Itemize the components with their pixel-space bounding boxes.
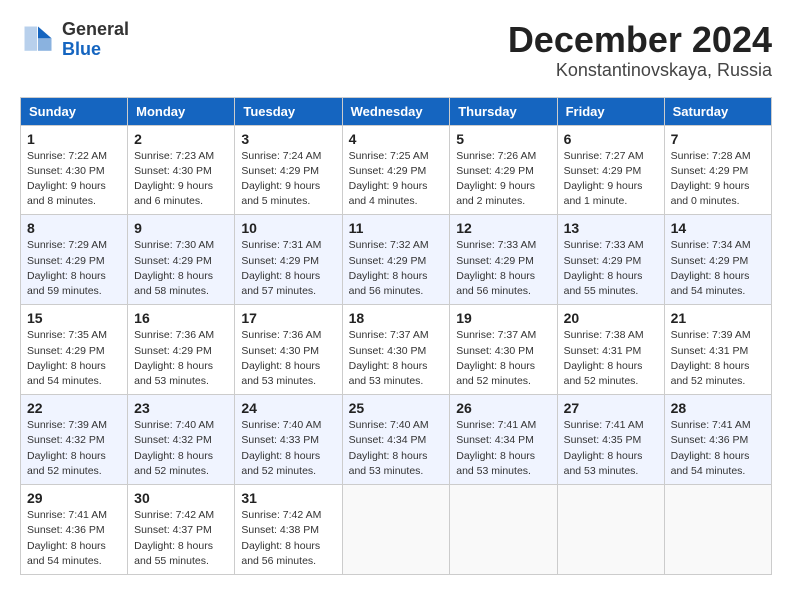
day-19: 19 Sunrise: 7:37 AMSunset: 4:30 PMDaylig… — [450, 305, 557, 395]
day-5: 5 Sunrise: 7:26 AMSunset: 4:29 PMDayligh… — [450, 125, 557, 215]
day-8: 8 Sunrise: 7:29 AMSunset: 4:29 PMDayligh… — [21, 215, 128, 305]
location-title: Konstantinovskaya, Russia — [508, 60, 772, 81]
day-29: 29 Sunrise: 7:41 AMSunset: 4:36 PMDaylig… — [21, 485, 128, 575]
header: General Blue December 2024 Konstantinovs… — [20, 20, 772, 81]
empty-cell-1 — [342, 485, 450, 575]
day-12: 12 Sunrise: 7:33 AMSunset: 4:29 PMDaylig… — [450, 215, 557, 305]
month-title: December 2024 — [508, 20, 772, 60]
week-row-5: 29 Sunrise: 7:41 AMSunset: 4:36 PMDaylig… — [21, 485, 772, 575]
day-13: 13 Sunrise: 7:33 AMSunset: 4:29 PMDaylig… — [557, 215, 664, 305]
day-6: 6 Sunrise: 7:27 AMSunset: 4:29 PMDayligh… — [557, 125, 664, 215]
logo-blue: Blue — [62, 40, 129, 60]
week-row-2: 8 Sunrise: 7:29 AMSunset: 4:29 PMDayligh… — [21, 215, 772, 305]
header-sunday: Sunday — [21, 97, 128, 125]
day-11: 11 Sunrise: 7:32 AMSunset: 4:29 PMDaylig… — [342, 215, 450, 305]
empty-cell-2 — [450, 485, 557, 575]
empty-cell-4 — [664, 485, 771, 575]
day-28: 28 Sunrise: 7:41 AMSunset: 4:36 PMDaylig… — [664, 395, 771, 485]
day-10: 10 Sunrise: 7:31 AMSunset: 4:29 PMDaylig… — [235, 215, 342, 305]
calendar: Sunday Monday Tuesday Wednesday Thursday… — [20, 97, 772, 575]
day-23: 23 Sunrise: 7:40 AMSunset: 4:32 PMDaylig… — [128, 395, 235, 485]
header-wednesday: Wednesday — [342, 97, 450, 125]
title-area: December 2024 Konstantinovskaya, Russia — [508, 20, 772, 81]
day-25: 25 Sunrise: 7:40 AMSunset: 4:34 PMDaylig… — [342, 395, 450, 485]
day-16: 16 Sunrise: 7:36 AMSunset: 4:29 PMDaylig… — [128, 305, 235, 395]
day-17: 17 Sunrise: 7:36 AMSunset: 4:30 PMDaylig… — [235, 305, 342, 395]
day-24: 24 Sunrise: 7:40 AMSunset: 4:33 PMDaylig… — [235, 395, 342, 485]
logo-general: General — [62, 20, 129, 40]
logo-text: General Blue — [62, 20, 129, 60]
day-3: 3 Sunrise: 7:24 AMSunset: 4:29 PMDayligh… — [235, 125, 342, 215]
calendar-header-row: Sunday Monday Tuesday Wednesday Thursday… — [21, 97, 772, 125]
day-31: 31 Sunrise: 7:42 AMSunset: 4:38 PMDaylig… — [235, 485, 342, 575]
week-row-3: 15 Sunrise: 7:35 AMSunset: 4:29 PMDaylig… — [21, 305, 772, 395]
header-monday: Monday — [128, 97, 235, 125]
week-row-4: 22 Sunrise: 7:39 AMSunset: 4:32 PMDaylig… — [21, 395, 772, 485]
header-tuesday: Tuesday — [235, 97, 342, 125]
day-14: 14 Sunrise: 7:34 AMSunset: 4:29 PMDaylig… — [664, 215, 771, 305]
day-21: 21 Sunrise: 7:39 AMSunset: 4:31 PMDaylig… — [664, 305, 771, 395]
header-saturday: Saturday — [664, 97, 771, 125]
logo-icon — [20, 22, 56, 58]
day-18: 18 Sunrise: 7:37 AMSunset: 4:30 PMDaylig… — [342, 305, 450, 395]
empty-cell-3 — [557, 485, 664, 575]
week-row-1: 1 Sunrise: 7:22 AMSunset: 4:30 PMDayligh… — [21, 125, 772, 215]
day-22: 22 Sunrise: 7:39 AMSunset: 4:32 PMDaylig… — [21, 395, 128, 485]
day-4: 4 Sunrise: 7:25 AMSunset: 4:29 PMDayligh… — [342, 125, 450, 215]
header-thursday: Thursday — [450, 97, 557, 125]
day-15: 15 Sunrise: 7:35 AMSunset: 4:29 PMDaylig… — [21, 305, 128, 395]
day-27: 27 Sunrise: 7:41 AMSunset: 4:35 PMDaylig… — [557, 395, 664, 485]
day-9: 9 Sunrise: 7:30 AMSunset: 4:29 PMDayligh… — [128, 215, 235, 305]
day-20: 20 Sunrise: 7:38 AMSunset: 4:31 PMDaylig… — [557, 305, 664, 395]
day-7: 7 Sunrise: 7:28 AMSunset: 4:29 PMDayligh… — [664, 125, 771, 215]
logo: General Blue — [20, 20, 129, 60]
header-friday: Friday — [557, 97, 664, 125]
day-2: 2 Sunrise: 7:23 AMSunset: 4:30 PMDayligh… — [128, 125, 235, 215]
day-1: 1 Sunrise: 7:22 AMSunset: 4:30 PMDayligh… — [21, 125, 128, 215]
day-30: 30 Sunrise: 7:42 AMSunset: 4:37 PMDaylig… — [128, 485, 235, 575]
day-26: 26 Sunrise: 7:41 AMSunset: 4:34 PMDaylig… — [450, 395, 557, 485]
